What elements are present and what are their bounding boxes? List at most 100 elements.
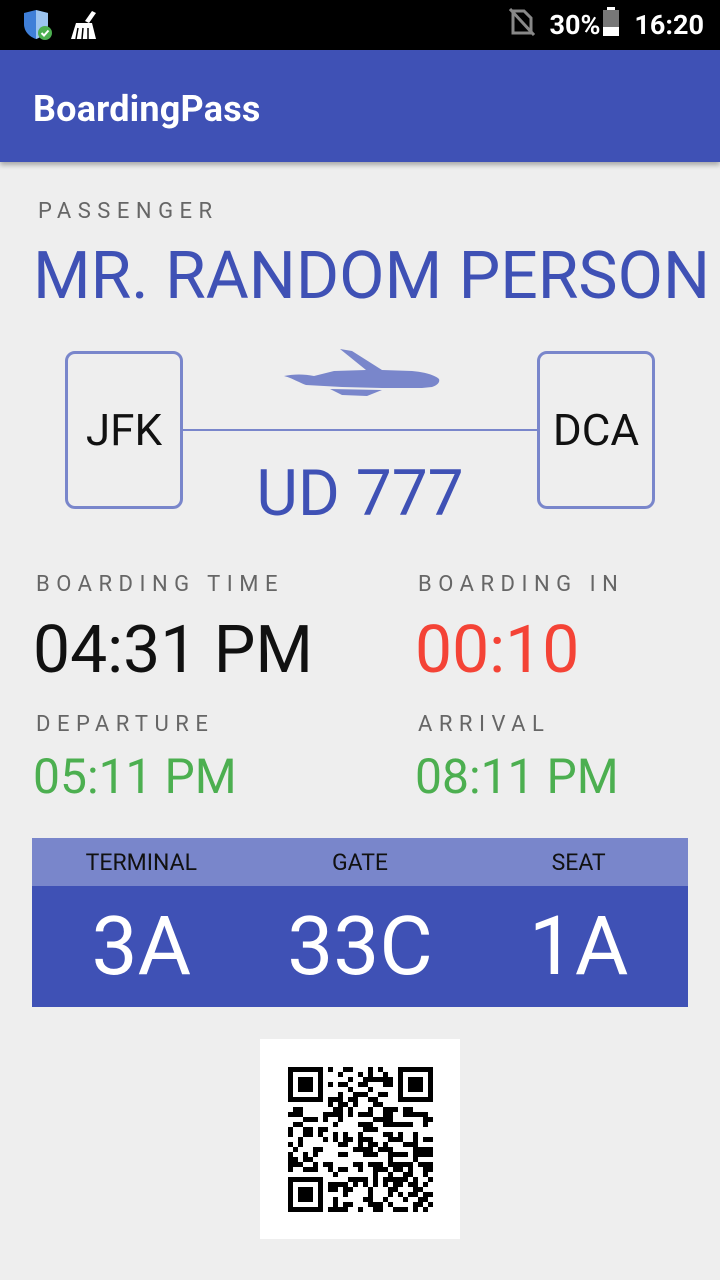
qr-module <box>403 1107 408 1112</box>
qr-module <box>308 1192 313 1197</box>
status-bar: 30% 16:20 <box>0 0 720 50</box>
qr-module <box>353 1182 358 1187</box>
qr-module <box>353 1147 358 1152</box>
qr-module <box>388 1122 393 1127</box>
qr-module <box>378 1117 383 1122</box>
qr-module <box>423 1067 428 1072</box>
qr-module <box>333 1132 338 1137</box>
qr-module <box>308 1177 313 1182</box>
qr-module <box>303 1087 308 1092</box>
qr-module <box>348 1187 353 1192</box>
qr-module <box>363 1092 368 1097</box>
qr-module <box>388 1172 393 1177</box>
qr-module <box>318 1097 323 1102</box>
qr-module <box>368 1077 373 1082</box>
qr-module <box>428 1097 433 1102</box>
qr-module <box>338 1102 343 1107</box>
battery-percent: 30% <box>549 9 601 41</box>
gate-value: 33C <box>287 898 433 995</box>
qr-module <box>398 1182 403 1187</box>
details-header: TERMINAL GATE SEAT <box>32 838 688 886</box>
qr-module <box>363 1147 368 1152</box>
qr-module <box>418 1147 423 1152</box>
qr-module <box>333 1207 338 1212</box>
qr-module <box>373 1127 378 1132</box>
qr-module <box>428 1177 433 1182</box>
qr-module <box>413 1067 418 1072</box>
terminal-value: 3A <box>91 898 192 995</box>
qr-module <box>328 1067 333 1072</box>
qr-module <box>313 1162 318 1167</box>
qr-module <box>343 1202 348 1207</box>
qr-module <box>373 1177 378 1182</box>
qr-module <box>288 1077 293 1082</box>
qr-module <box>308 1197 313 1202</box>
shield-check-icon <box>22 10 52 44</box>
qr-module <box>373 1152 378 1157</box>
qr-module <box>388 1077 393 1082</box>
qr-module <box>403 1122 408 1127</box>
qr-module <box>313 1097 318 1102</box>
departure-label: DEPARTURE <box>36 712 215 737</box>
qr-module <box>293 1207 298 1212</box>
qr-module <box>418 1067 423 1072</box>
qr-module <box>298 1187 303 1192</box>
qr-module <box>388 1177 393 1182</box>
qr-module <box>383 1177 388 1182</box>
qr-module <box>333 1182 338 1187</box>
qr-module <box>428 1152 433 1157</box>
qr-module <box>358 1132 363 1137</box>
qr-module <box>343 1102 348 1107</box>
qr-module <box>308 1087 313 1092</box>
passenger-label: PASSENGER <box>38 199 219 224</box>
qr-module <box>303 1177 308 1182</box>
qr-module <box>353 1092 358 1097</box>
qr-module <box>328 1182 333 1187</box>
qr-module <box>348 1097 353 1102</box>
qr-module <box>298 1077 303 1082</box>
qr-module <box>378 1162 383 1167</box>
qr-module <box>363 1127 368 1132</box>
qr-module <box>288 1192 293 1197</box>
qr-module <box>298 1087 303 1092</box>
qr-module <box>388 1152 393 1157</box>
boarding-in-value: 00:10 <box>415 612 580 689</box>
qr-module <box>363 1082 368 1087</box>
qr-module <box>413 1187 418 1192</box>
qr-module <box>293 1107 298 1112</box>
qr-module <box>368 1147 373 1152</box>
origin-code: JFK <box>85 404 163 456</box>
qr-module <box>373 1077 378 1082</box>
qr-module <box>418 1112 423 1117</box>
qr-module <box>423 1112 428 1117</box>
qr-module <box>318 1092 323 1097</box>
arrival-label: ARRIVAL <box>418 712 551 737</box>
qr-module <box>318 1082 323 1087</box>
qr-module <box>293 1147 298 1152</box>
qr-module <box>288 1087 293 1092</box>
qr-module <box>358 1137 363 1142</box>
qr-module <box>413 1182 418 1187</box>
qr-module <box>348 1137 353 1142</box>
qr-module <box>408 1082 413 1087</box>
qr-module <box>348 1112 353 1117</box>
qr-module <box>288 1152 293 1157</box>
qr-module <box>328 1187 333 1192</box>
qr-module <box>318 1072 323 1077</box>
qr-module <box>298 1197 303 1202</box>
qr-module <box>428 1087 433 1092</box>
qr-module <box>383 1147 388 1152</box>
qr-module <box>318 1132 323 1137</box>
qr-module <box>308 1127 313 1132</box>
qr-module <box>378 1102 383 1107</box>
qr-module <box>403 1197 408 1202</box>
qr-module <box>338 1082 343 1087</box>
qr-module <box>418 1152 423 1157</box>
qr-module <box>358 1092 363 1097</box>
terminal-label: TERMINAL <box>85 848 197 876</box>
qr-module <box>288 1202 293 1207</box>
qr-module <box>383 1077 388 1082</box>
qr-module <box>393 1167 398 1172</box>
qr-module <box>318 1077 323 1082</box>
qr-module <box>423 1182 428 1187</box>
